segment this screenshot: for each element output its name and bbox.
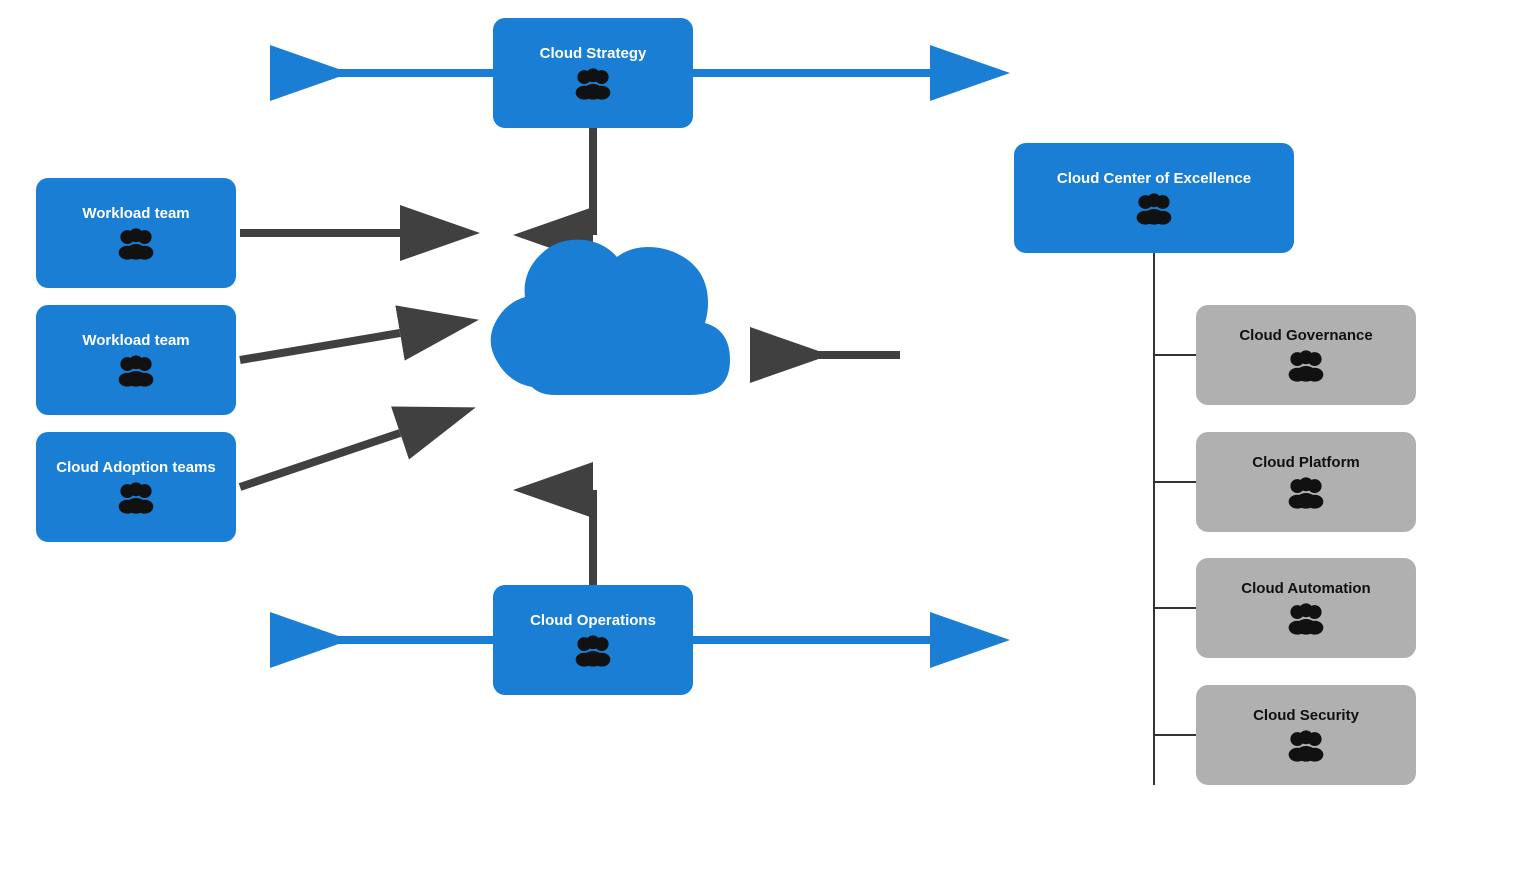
adoption-to-cloud-arrow [240, 433, 400, 487]
cloud-security-box: Cloud Security [1196, 685, 1416, 785]
cloud-center-of-excellence-label: Cloud Center of Excellence [1057, 170, 1251, 187]
cloud-center-of-excellence-box: Cloud Center of Excellence [1014, 143, 1294, 253]
cloud-adoption-teams-label: Cloud Adoption teams [56, 459, 215, 476]
cloud-automation-people-icon [1280, 601, 1332, 637]
cloud-strategy-box: Cloud Strategy [493, 18, 693, 128]
cloud-platform-people-icon [1280, 475, 1332, 511]
cloud-governance-box: Cloud Governance [1196, 305, 1416, 405]
cloud-strategy-label: Cloud Strategy [540, 45, 647, 62]
cloud-security-people-icon [1280, 728, 1332, 764]
cloud-operations-people-icon [567, 633, 619, 669]
workload-team-2-box: Workload team [36, 305, 236, 415]
cloud-automation-label: Cloud Automation [1241, 580, 1370, 597]
cloud-adoption-teams-people-icon [110, 480, 162, 516]
cloud-platform-box: Cloud Platform [1196, 432, 1416, 532]
cloud-adoption-teams-box: Cloud Adoption teams [36, 432, 236, 542]
diagram-container: Cloud Strategy Workload team Workload te… [0, 0, 1528, 891]
workload-team-2-people-icon [110, 353, 162, 389]
cloud-shape [410, 195, 770, 475]
cloud-governance-people-icon [1280, 348, 1332, 384]
cloud-strategy-people-icon [567, 66, 619, 102]
workload-team-2-label: Workload team [82, 332, 189, 349]
cloud-svg [410, 195, 770, 475]
cloud-center-people-icon [1128, 191, 1180, 227]
cloud-operations-box: Cloud Operations [493, 585, 693, 695]
cloud-platform-label: Cloud Platform [1252, 454, 1360, 471]
workload-team-1-label: Workload team [82, 205, 189, 222]
workload-team-1-box: Workload team [36, 178, 236, 288]
cloud-security-label: Cloud Security [1253, 707, 1359, 724]
cloud-operations-label: Cloud Operations [530, 612, 656, 629]
cloud-automation-box: Cloud Automation [1196, 558, 1416, 658]
workload2-to-cloud-arrow [240, 333, 400, 360]
cloud-governance-label: Cloud Governance [1239, 327, 1372, 344]
workload-team-1-people-icon [110, 226, 162, 262]
